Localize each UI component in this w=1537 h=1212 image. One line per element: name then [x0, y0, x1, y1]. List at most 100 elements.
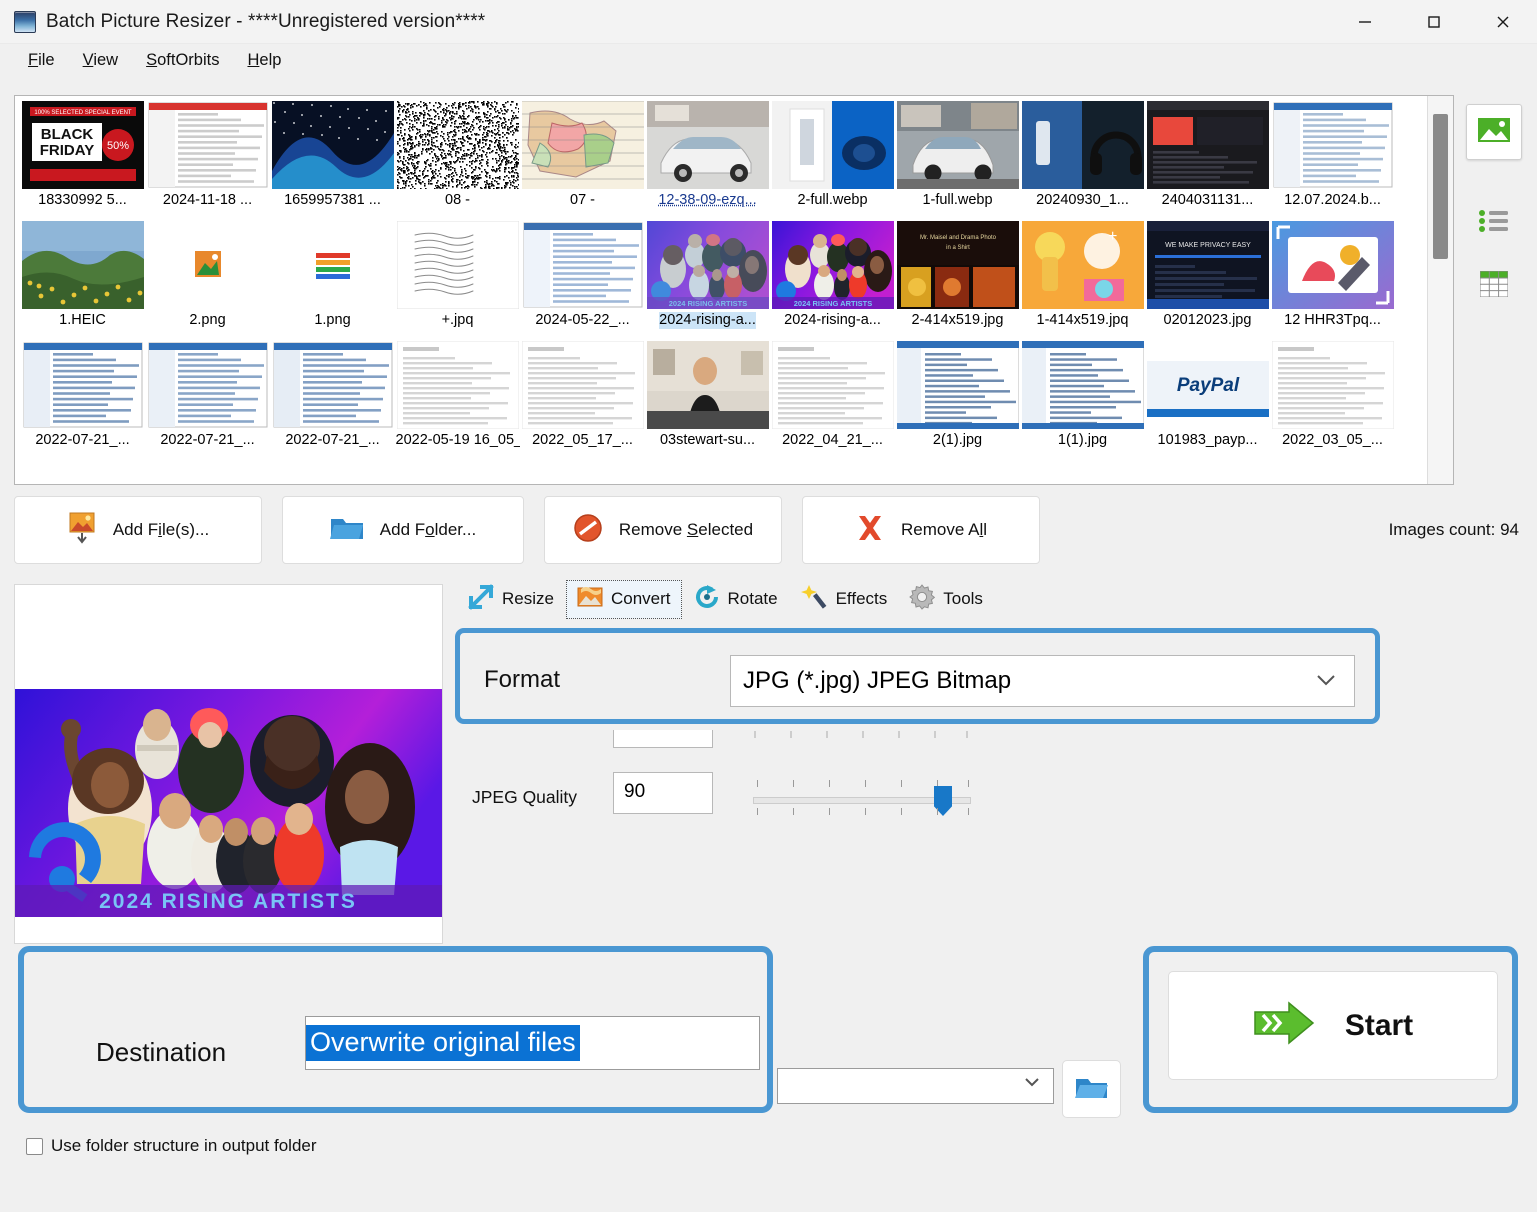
file-list-item[interactable]: WE MAKE PRIVACY EASY 02012023.jpg: [1145, 221, 1270, 341]
file-list-item[interactable]: 2022-07-21_...: [20, 341, 145, 461]
add-files-button[interactable]: Add File(s)...: [14, 496, 262, 564]
file-list-item[interactable]: 03stewart-su...: [645, 341, 770, 461]
start-button[interactable]: Start: [1168, 971, 1498, 1080]
tab-convert[interactable]: Convert: [566, 580, 682, 619]
file-list-item[interactable]: +1-414x519.jpq: [1020, 221, 1145, 341]
file-list-item[interactable]: 12.07.2024.b...: [1270, 101, 1395, 221]
file-thumbnail[interactable]: [397, 341, 519, 429]
file-thumbnail[interactable]: PayPal: [1147, 341, 1269, 429]
file-list-item[interactable]: 2022_04_21_...: [770, 341, 895, 461]
file-thumbnail[interactable]: Mr. Maisel and Drama Photo in a Shirt: [897, 221, 1019, 309]
maximize-button[interactable]: [1399, 0, 1468, 44]
file-thumbnail[interactable]: [522, 101, 644, 189]
file-thumbnail[interactable]: [1272, 221, 1394, 309]
file-list-item[interactable]: 12 HHR3Tpq...: [1270, 221, 1395, 341]
file-thumbnail[interactable]: WE MAKE PRIVACY EASY: [1147, 221, 1269, 309]
file-list-item[interactable]: 2.png: [145, 221, 270, 341]
menu-item-view[interactable]: View: [69, 47, 132, 74]
file-list-item[interactable]: 2404031131...: [1145, 101, 1270, 221]
file-list-item[interactable]: 1-full.webp: [895, 101, 1020, 221]
file-list-item[interactable]: 2022_05_17_...: [520, 341, 645, 461]
close-button[interactable]: [1468, 0, 1537, 44]
file-thumbnail[interactable]: [1272, 341, 1394, 429]
minimize-button[interactable]: [1330, 0, 1399, 44]
file-list-item[interactable]: 12-38-09-ezq...: [645, 101, 770, 221]
output-path-dropdown[interactable]: [777, 1068, 1054, 1104]
file-list-item[interactable]: 2022_03_05_...: [1270, 341, 1395, 461]
file-thumbnail[interactable]: [647, 101, 769, 189]
file-list-item[interactable]: 2024 RISING ARTISTS 2024-rising-a...: [770, 221, 895, 341]
file-list-item[interactable]: 2022-07-21_...: [145, 341, 270, 461]
scrollbar-thumb[interactable]: [1433, 114, 1448, 259]
tab-effects[interactable]: Effects: [790, 580, 898, 619]
file-thumbnail[interactable]: [397, 221, 519, 309]
file-thumbnail[interactable]: 100% SELECTED SPECIAL EVENT BLACK FRIDAY…: [22, 101, 144, 189]
file-list-item[interactable]: 20240930_1...: [1020, 101, 1145, 221]
file-list-item[interactable]: 1(1).jpg: [1020, 341, 1145, 461]
file-thumbnail[interactable]: [22, 221, 144, 309]
file-thumbnail[interactable]: [522, 341, 644, 429]
file-thumbnail[interactable]: [897, 101, 1019, 189]
file-list-item[interactable]: 2022-07-21_...: [270, 341, 395, 461]
remove-all-button[interactable]: Remove All: [802, 496, 1040, 564]
file-list-item[interactable]: 1.HEIC: [20, 221, 145, 341]
use-folder-structure-checkbox[interactable]: Use folder structure in output folder: [26, 1136, 317, 1156]
resize-arrow-icon: [468, 584, 494, 615]
file-list-item[interactable]: 1659957381 ...: [270, 101, 395, 221]
tab-tools[interactable]: Tools: [899, 580, 993, 619]
file-list-item[interactable]: PayPal 101983_payp...: [1145, 341, 1270, 461]
file-thumbnail[interactable]: [772, 101, 894, 189]
menu-item-softorbits[interactable]: SoftOrbits: [132, 47, 233, 74]
file-name-label: 2024-05-22_...: [535, 312, 629, 329]
file-thumbnail[interactable]: [272, 221, 394, 309]
checkbox-box[interactable]: [26, 1138, 43, 1155]
file-list-item[interactable]: 1.png: [270, 221, 395, 341]
jpeg-quality-slider[interactable]: [753, 780, 971, 814]
remove-selected-button[interactable]: Remove Selected: [544, 496, 782, 564]
menu-item-help[interactable]: Help: [233, 47, 295, 74]
thumbnails-view-button[interactable]: [1466, 104, 1522, 160]
file-list-item[interactable]: 2-full.webp: [770, 101, 895, 221]
file-thumbnail[interactable]: 2024 RISING ARTISTS: [772, 221, 894, 309]
file-thumbnail[interactable]: [147, 101, 269, 189]
list-view-button[interactable]: [1466, 195, 1522, 251]
file-list-panel[interactable]: 100% SELECTED SPECIAL EVENT BLACK FRIDAY…: [14, 95, 1454, 485]
jpeg-quality-input[interactable]: 90: [613, 772, 713, 814]
file-list-item[interactable]: 2024-05-22_...: [520, 221, 645, 341]
file-thumbnail[interactable]: [272, 341, 394, 429]
tab-resize[interactable]: Resize: [458, 580, 564, 619]
format-dropdown[interactable]: JPG (*.jpg) JPEG Bitmap: [730, 655, 1355, 707]
file-list-item[interactable]: 2(1).jpg: [895, 341, 1020, 461]
file-thumbnail[interactable]: [397, 101, 519, 189]
file-thumbnail[interactable]: +: [1022, 221, 1144, 309]
file-list-item[interactable]: Mr. Maisel and Drama Photo in a Shirt 2-…: [895, 221, 1020, 341]
file-thumbnail[interactable]: [1272, 101, 1394, 189]
tab-rotate[interactable]: Rotate: [684, 580, 788, 619]
file-list-item[interactable]: 07 -: [520, 101, 645, 221]
thumbnail-grid[interactable]: 100% SELECTED SPECIAL EVENT BLACK FRIDAY…: [15, 96, 1425, 484]
file-thumbnail[interactable]: [22, 341, 144, 429]
file-thumbnail[interactable]: [1022, 341, 1144, 429]
file-thumbnail[interactable]: [1022, 101, 1144, 189]
file-list-scrollbar[interactable]: [1427, 96, 1453, 484]
file-list-item[interactable]: 08 -: [395, 101, 520, 221]
file-thumbnail[interactable]: [1147, 101, 1269, 189]
file-thumbnail[interactable]: [897, 341, 1019, 429]
file-thumbnail[interactable]: [772, 341, 894, 429]
destination-dropdown[interactable]: Overwrite original files: [305, 1016, 760, 1070]
file-list-item[interactable]: 2024 RISING ARTISTS 2024-rising-a...: [645, 221, 770, 341]
file-list-item[interactable]: 2024-11-18 ...: [145, 101, 270, 221]
file-thumbnail[interactable]: [647, 341, 769, 429]
menu-item-file[interactable]: File: [14, 47, 69, 74]
file-list-item[interactable]: 2022-05-19 16_05_59: [395, 341, 520, 461]
file-list-item[interactable]: 100% SELECTED SPECIAL EVENT BLACK FRIDAY…: [20, 101, 145, 221]
browse-folder-button[interactable]: [1062, 1060, 1121, 1118]
details-view-button[interactable]: [1466, 258, 1522, 314]
file-thumbnail[interactable]: [522, 221, 644, 309]
add-folder-button[interactable]: Add Folder...: [282, 496, 524, 564]
file-list-item[interactable]: +.jpq: [395, 221, 520, 341]
file-thumbnail[interactable]: [147, 341, 269, 429]
file-thumbnail[interactable]: 2024 RISING ARTISTS: [647, 221, 769, 309]
file-thumbnail[interactable]: [147, 221, 269, 309]
file-thumbnail[interactable]: [272, 101, 394, 189]
